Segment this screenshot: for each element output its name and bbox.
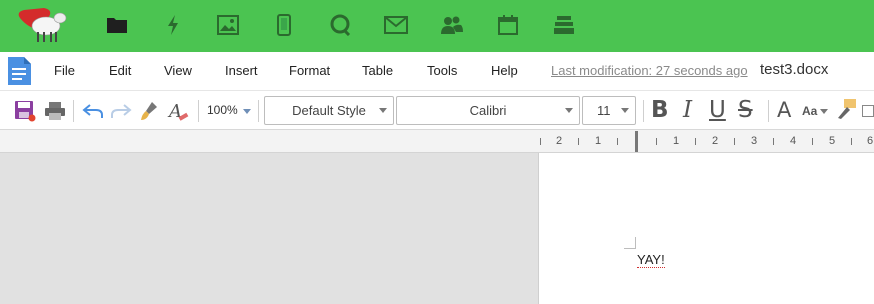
document-icon — [7, 56, 32, 86]
formatting-toolbar: A 100% Default Style Calibri 11 B I U S … — [0, 90, 874, 130]
ruler-number: 6 — [867, 135, 874, 147]
document-filename[interactable]: test3.docx — [760, 61, 828, 78]
chevron-down-icon[interactable] — [820, 109, 828, 114]
font-name-select[interactable]: Calibri — [396, 96, 580, 125]
chevron-down-icon — [621, 108, 629, 113]
ruler-number: 1 — [673, 135, 680, 147]
ruler-number: 3 — [751, 135, 758, 147]
app-bar — [0, 0, 874, 52]
menu-format[interactable]: Format — [289, 63, 330, 78]
contacts-icon[interactable] — [440, 12, 464, 38]
clear-format-icon[interactable]: A — [167, 99, 191, 123]
lightning-icon[interactable] — [161, 12, 185, 38]
chevron-down-icon — [565, 108, 573, 113]
ruler-tick — [617, 138, 618, 145]
ruler-number: 2 — [712, 135, 719, 147]
menu-bar: File Edit View Insert Format Table Tools… — [0, 52, 874, 90]
image-icon[interactable] — [216, 12, 240, 38]
calendar-icon[interactable] — [496, 12, 520, 38]
menu-insert[interactable]: Insert — [225, 63, 258, 78]
paragraph-style-value: Default Style — [292, 103, 366, 118]
ruler-tick — [695, 138, 696, 145]
ruler-margin-marker[interactable] — [635, 131, 638, 152]
undo-icon[interactable] — [81, 99, 105, 123]
ruler-number: 5 — [829, 135, 836, 147]
save-icon[interactable] — [13, 99, 37, 123]
underline-button[interactable]: U — [709, 97, 726, 123]
menu-file[interactable]: File — [54, 63, 75, 78]
ruler-number: 2 — [556, 135, 563, 147]
toolbar-separator — [768, 100, 769, 122]
chevron-down-icon — [379, 108, 387, 113]
toolbar-separator — [198, 100, 199, 122]
ruler-tick — [540, 138, 541, 145]
chat-icon[interactable] — [328, 12, 352, 38]
menu-help[interactable]: Help — [491, 63, 518, 78]
ruler-tick — [812, 138, 813, 145]
highlight-icon[interactable] — [834, 97, 858, 121]
ruler-tick — [734, 138, 735, 145]
print-icon[interactable] — [43, 99, 67, 123]
menu-edit[interactable]: Edit — [109, 63, 131, 78]
toolbar-separator — [73, 100, 74, 122]
font-color-button[interactable]: A — [777, 98, 791, 122]
document-page[interactable] — [538, 153, 874, 304]
menu-table[interactable]: Table — [362, 63, 393, 78]
strikethrough-button[interactable]: S — [738, 97, 753, 123]
redo-icon[interactable] — [109, 99, 133, 123]
font-name-value: Calibri — [469, 103, 507, 118]
italic-button[interactable]: I — [683, 97, 692, 123]
zoom-level[interactable]: 100% — [207, 103, 238, 117]
sheep-logo[interactable] — [14, 4, 72, 44]
menu-tools[interactable]: Tools — [427, 63, 457, 78]
font-size-value: 11 — [597, 103, 611, 118]
mail-icon[interactable] — [384, 12, 408, 38]
folder-icon[interactable] — [105, 12, 129, 38]
font-size-select[interactable]: 11 — [582, 96, 636, 125]
zoom-dropdown-icon[interactable] — [243, 109, 251, 114]
ruler-number: 1 — [595, 135, 602, 147]
ruler: 2 1 1 2 3 4 5 6 — [0, 130, 874, 153]
document-text[interactable]: YAY! — [637, 252, 665, 268]
page-margin-corner — [624, 237, 636, 249]
menu-view[interactable]: View — [164, 63, 192, 78]
last-modification-link[interactable]: Last modification: 27 seconds ago — [551, 63, 748, 78]
toolbar-separator — [643, 100, 644, 122]
stack-icon[interactable] — [552, 12, 576, 38]
paragraph-style-select[interactable]: Default Style — [264, 96, 394, 125]
phone-icon[interactable] — [272, 12, 296, 38]
ruler-tick — [578, 138, 579, 145]
more-options-checkbox[interactable] — [862, 105, 874, 117]
toolbar-separator — [258, 100, 259, 122]
ruler-tick — [851, 138, 852, 145]
document-canvas — [0, 153, 874, 304]
ruler-tick — [773, 138, 774, 145]
ruler-number: 4 — [790, 135, 797, 147]
clone-format-brush-icon[interactable] — [137, 99, 161, 123]
ruler-tick — [656, 138, 657, 145]
font-size-toggle-button[interactable]: Aa — [802, 104, 817, 118]
bold-button[interactable]: B — [651, 97, 669, 123]
